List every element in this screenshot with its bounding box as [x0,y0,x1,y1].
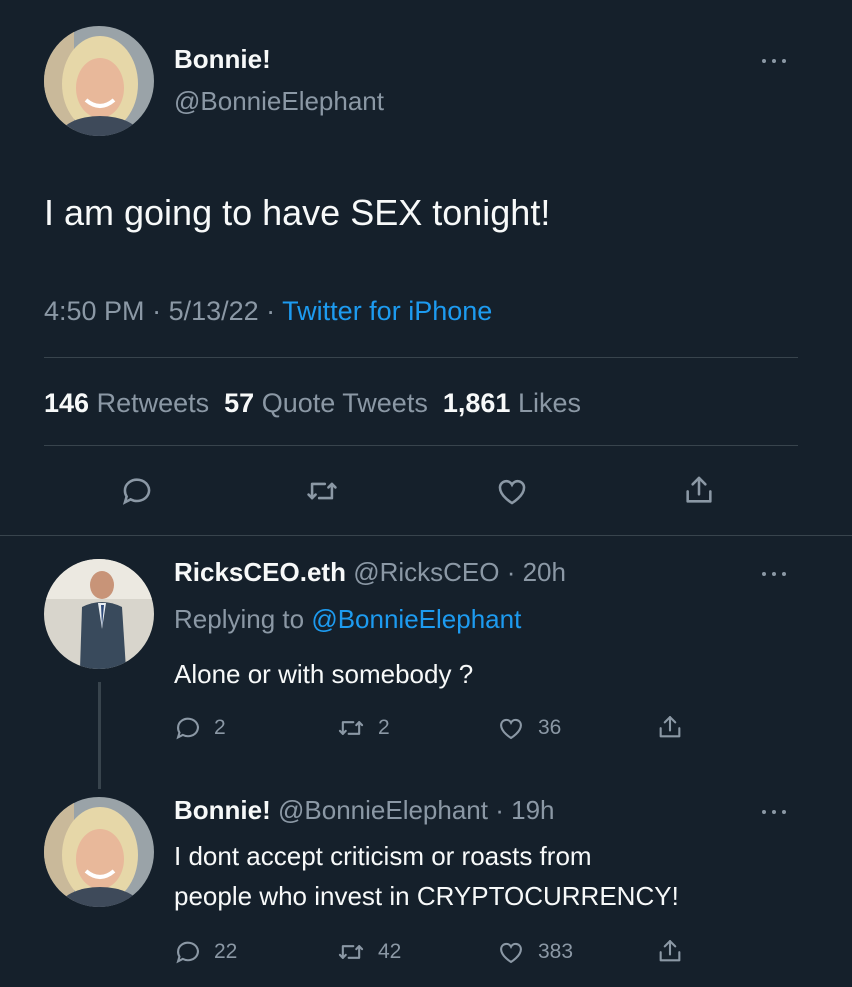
more-icon[interactable] [760,568,790,578]
more-icon[interactable] [760,806,790,816]
like-icon [500,718,522,740]
share-button[interactable] [656,936,684,966]
retweets-stat[interactable]: 146 Retweets [44,388,209,418]
likes-stat[interactable]: 1,861 Likes [443,388,581,418]
tweet-source[interactable]: Twitter for iPhone [282,296,492,326]
share-icon [686,476,712,503]
reply-text-line: people who invest in CRYPTOCURRENCY! [174,881,679,911]
tweet-meta: 4:50 PM · 5/13/22 · Twitter for iPhone [44,296,492,327]
reply-icon [176,941,199,964]
more-icon[interactable] [760,55,790,65]
like-button[interactable]: 383 [496,938,573,966]
tweet-stats: 146 Retweets 57 Quote Tweets 1,861 Likes [44,388,581,419]
reply-header: Bonnie! @BonnieElephant · 19h [174,795,555,826]
tweet-date[interactable]: 5/13/22 [169,296,259,326]
meta-separator: · [258,296,283,326]
quotes-count: 57 [224,388,255,418]
retweets-label: Retweets [96,388,210,418]
tweet-time[interactable]: 4:50 PM [44,296,145,326]
reply-text-line: I dont accept criticism or roasts from [174,841,592,871]
reply-text: I dont accept criticism or roasts from p… [174,836,679,916]
reply-count: 22 [214,940,238,963]
reply-author-name[interactable]: Bonnie! [174,795,271,825]
retweet-button[interactable]: 42 [336,938,401,966]
reply-icon [176,717,199,740]
like-count: 36 [538,716,562,739]
retweet-count: 42 [378,940,402,963]
author-handle[interactable]: @BonnieElephant [174,86,384,117]
retweet-icon [338,721,364,735]
reply-header: RicksCEO.eth @RicksCEO · 20h [174,557,566,588]
retweet-button[interactable] [304,474,340,508]
retweet-count: 2 [378,716,390,739]
divider [44,357,798,358]
quotes-stat[interactable]: 57 Quote Tweets [224,388,428,418]
reply-button[interactable] [120,474,154,508]
replying-to: Replying to @BonnieElephant [174,604,521,635]
reply-age[interactable]: · 19h [488,795,554,825]
likes-count: 1,861 [442,388,511,418]
reply-author-name[interactable]: RicksCEO.eth [174,557,346,587]
share-icon [659,716,681,738]
reply-button[interactable]: 2 [174,714,226,742]
like-button[interactable]: 36 [496,714,561,742]
retweet-icon [338,945,364,959]
reply-avatar[interactable] [44,559,154,669]
reply-count: 2 [214,716,226,739]
like-icon [498,479,526,505]
reply-avatar[interactable] [44,797,154,907]
reply-button[interactable]: 22 [174,938,237,966]
share-button[interactable] [656,712,684,742]
tweet-text: I am going to have SEX tonight! [44,192,551,233]
reply-text: Alone or with somebody ? [174,659,474,689]
replying-to-handle[interactable]: @BonnieElephant [311,604,521,634]
meta-separator: · [144,296,169,326]
thread-line [98,682,101,789]
share-button[interactable] [682,472,716,508]
divider [44,445,798,446]
likes-label: Likes [517,388,581,418]
retweets-count: 146 [44,388,90,418]
reply-author-handle[interactable]: @BonnieElephant [278,795,488,825]
replying-label: Replying to [174,604,312,634]
reply-author-handle[interactable]: @RicksCEO [353,557,499,587]
like-button[interactable] [494,474,530,508]
like-count: 383 [538,940,574,963]
reply-icon [122,478,151,505]
quotes-label: Quote Tweets [261,388,428,418]
author-avatar[interactable] [44,26,154,136]
retweet-icon [307,482,337,500]
author-name[interactable]: Bonnie! [174,44,271,75]
reply-age[interactable]: · 20h [499,557,566,587]
retweet-button[interactable]: 2 [336,714,390,742]
divider [0,535,852,536]
like-icon [500,942,522,964]
share-icon [659,940,681,962]
